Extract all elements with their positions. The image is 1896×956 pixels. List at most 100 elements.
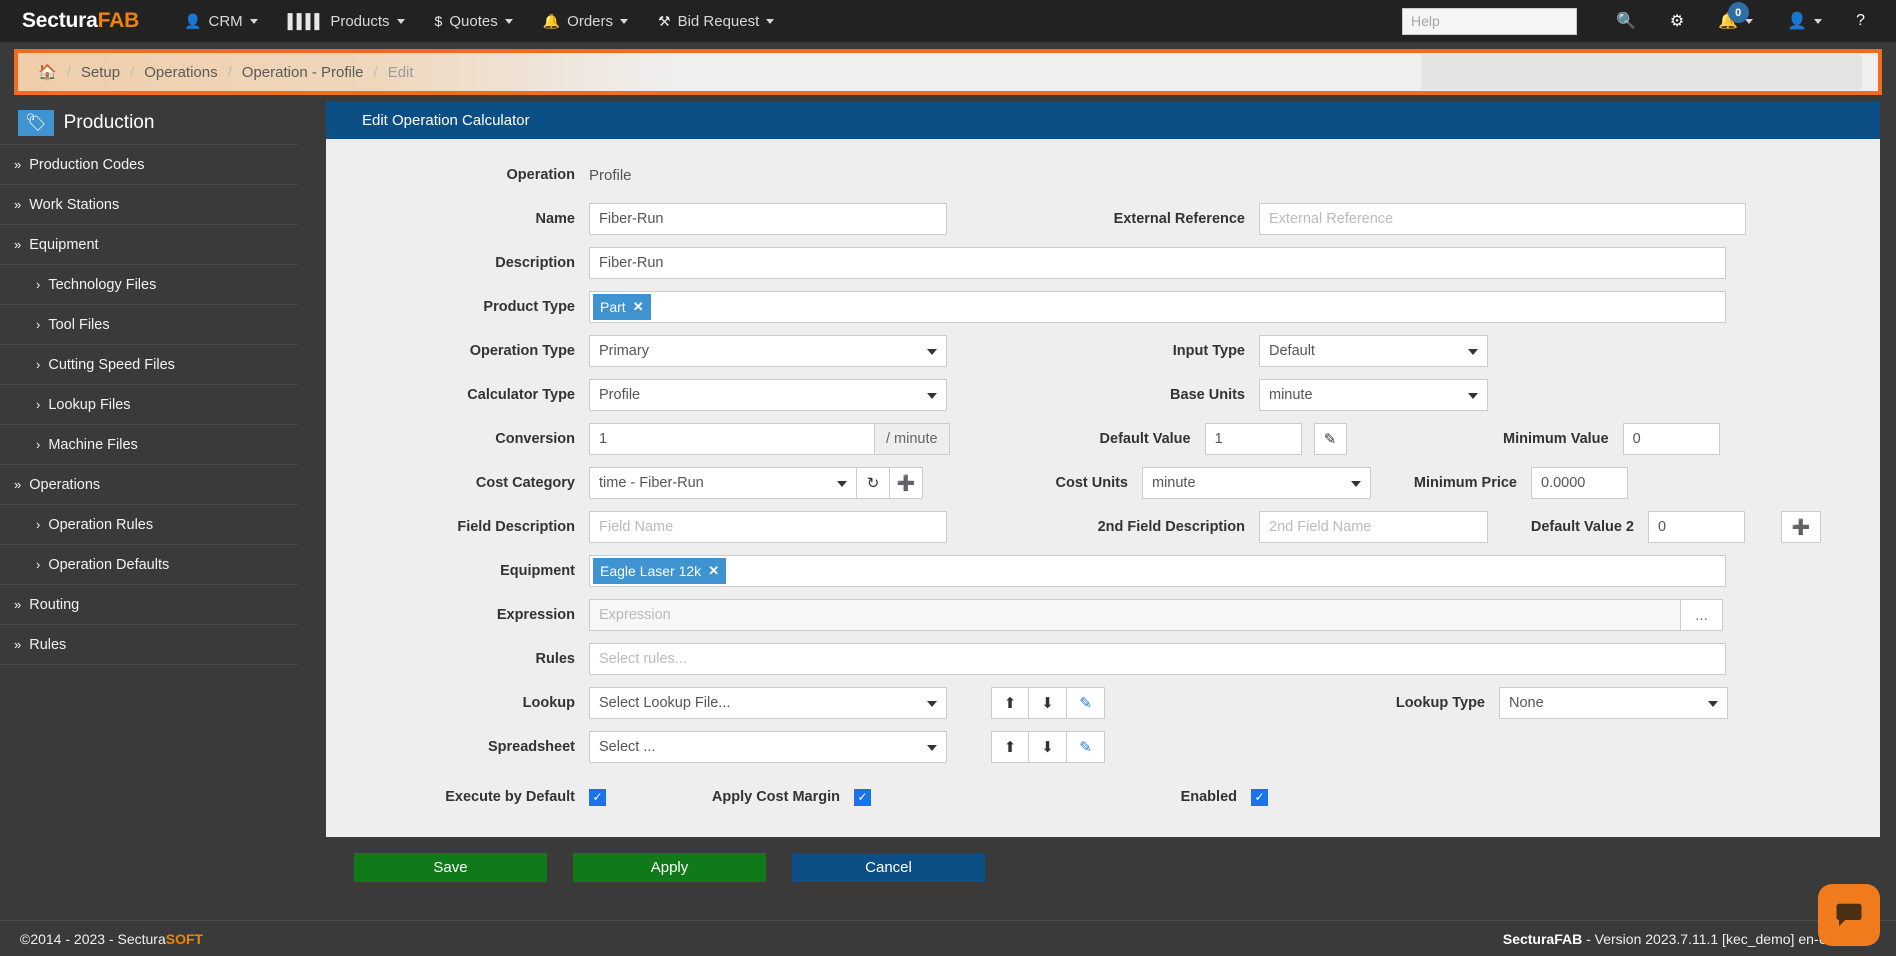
download-icon[interactable]: ⬇ — [1029, 731, 1067, 763]
lookup-type-select[interactable]: None — [1499, 687, 1728, 719]
remove-tag-icon[interactable]: ✕ — [708, 563, 719, 579]
plus-icon[interactable]: ➕ — [1781, 511, 1821, 543]
default-value-label: Default Value — [1099, 431, 1191, 447]
expression-more-button[interactable]: ... — [1681, 599, 1723, 631]
sidebar-item-operation-defaults[interactable]: › Operation Defaults — [0, 545, 298, 585]
input-type-select[interactable]: Default — [1259, 335, 1488, 367]
cancel-button[interactable]: Cancel — [792, 853, 985, 882]
download-icon[interactable]: ⬇ — [1029, 687, 1067, 719]
breadcrumb-separator: / — [373, 63, 378, 81]
edit-icon[interactable]: ✎ — [1067, 731, 1105, 763]
product-type-tag-part[interactable]: Part ✕ — [593, 294, 651, 320]
base-units-select[interactable]: minute — [1259, 379, 1488, 411]
sidebar-item-operations[interactable]: » Operations — [0, 465, 298, 505]
footer-version-text: - Version 2023.7.11.1 [kec_demo] en-US — [1582, 930, 1838, 947]
nav-menu-products[interactable]: ▌▌▌▌ Products — [273, 0, 420, 42]
spreadsheet-select[interactable]: Select ... — [589, 731, 947, 763]
minimum-value-input[interactable] — [1622, 423, 1720, 455]
expression-input[interactable] — [589, 599, 1681, 631]
execute-by-default-checkbox[interactable]: ✓ — [589, 788, 606, 806]
equipment-tag-input[interactable]: Eagle Laser 12k ✕ — [589, 555, 1726, 587]
lookup-select[interactable]: Select Lookup File... — [589, 687, 947, 719]
upload-icon[interactable]: ⬆ — [991, 687, 1029, 719]
notifications-button[interactable]: 0 🔔 — [1701, 0, 1770, 42]
default-value-2-input[interactable] — [1648, 511, 1745, 543]
sidebar-item-operation-rules[interactable]: › Operation Rules — [0, 505, 298, 545]
form-actions: Save Apply Cancel — [326, 837, 1880, 882]
sidebar-item-label: Technology Files — [48, 276, 157, 293]
breadcrumb-item-setup[interactable]: Setup — [74, 64, 127, 81]
plus-icon[interactable]: ➕ — [890, 467, 923, 499]
name-input[interactable] — [589, 203, 947, 235]
nav-menu-crm[interactable]: 👤 CRM — [169, 0, 273, 42]
description-input[interactable] — [589, 247, 1726, 279]
external-reference-input[interactable] — [1259, 203, 1746, 235]
double-chevron-right-icon: » — [14, 197, 22, 212]
equipment-tag-eagle-laser-12k[interactable]: Eagle Laser 12k ✕ — [593, 558, 727, 584]
sidebar-item-machine-files[interactable]: › Machine Files — [0, 425, 298, 465]
sidebar-item-tool-files[interactable]: › Tool Files — [0, 305, 298, 345]
hammer-icon: ⚒ — [658, 12, 671, 29]
chevron-right-icon: › — [36, 437, 41, 452]
question-mark-icon[interactable]: ? — [1839, 0, 1882, 42]
search-icon[interactable]: 🔍 — [1599, 0, 1653, 42]
rules-input[interactable] — [589, 643, 1726, 675]
cost-units-select[interactable]: minute — [1142, 467, 1371, 499]
sidebar-item-lookup-files[interactable]: › Lookup Files — [0, 385, 298, 425]
double-chevron-right-icon: » — [14, 597, 22, 612]
calculator-type-select[interactable]: Profile — [589, 379, 947, 411]
edit-icon[interactable]: ✎ — [1067, 687, 1105, 719]
nav-menu-bid-request[interactable]: ⚒ Bid Request — [643, 0, 789, 42]
refresh-icon[interactable]: ↻ — [857, 467, 890, 499]
external-reference-label: External Reference — [1113, 211, 1245, 227]
footer-version-brand-suffix: FAB — [1554, 930, 1583, 947]
help-input[interactable]: Help — [1401, 7, 1577, 35]
chevron-right-icon: › — [36, 397, 41, 412]
breadcrumb-item-operation-profile[interactable]: Operation - Profile — [235, 64, 371, 81]
sidebar-item-cutting-speed-files[interactable]: › Cutting Speed Files — [0, 345, 298, 385]
edit-icon[interactable]: ✎ — [1313, 423, 1347, 455]
save-button[interactable]: Save — [354, 853, 547, 882]
breadcrumb-item-operations[interactable]: Operations — [137, 64, 224, 81]
gear-icon[interactable]: ⚙ — [1653, 0, 1701, 42]
apply-button[interactable]: Apply — [573, 853, 766, 882]
sidebar-item-label: Operation Defaults — [48, 556, 170, 573]
sidebar-item-production-codes[interactable]: » Production Codes — [0, 145, 298, 185]
chevron-down-icon — [1814, 18, 1823, 24]
chevron-right-icon: › — [36, 557, 41, 572]
sidebar-item-label: Rules — [29, 636, 67, 653]
sidebar-item-rules[interactable]: » Rules — [0, 625, 298, 665]
app-logo[interactable]: SecturaFAB — [22, 9, 139, 33]
operation-type-label: Operation Type — [469, 343, 575, 359]
upload-icon[interactable]: ⬆ — [991, 731, 1029, 763]
operation-type-value: Primary — [599, 343, 649, 359]
operation-value: Profile — [589, 166, 632, 184]
nav-menu-quotes[interactable]: $ Quotes — [420, 0, 528, 42]
product-type-tag-input[interactable]: Part ✕ — [589, 291, 1726, 323]
second-field-description-input[interactable] — [1259, 511, 1488, 543]
operation-type-select[interactable]: Primary — [589, 335, 947, 367]
cost-category-select[interactable]: time - Fiber-Run — [589, 467, 857, 499]
tag-icon: 🏷 — [18, 109, 54, 136]
sidebar-item-work-stations[interactable]: » Work Stations — [0, 185, 298, 225]
nav-menu-orders[interactable]: 🔔 Orders — [528, 0, 643, 42]
apply-cost-margin-checkbox[interactable]: ✓ — [854, 788, 871, 806]
minimum-price-label: Minimum Price — [1413, 475, 1517, 491]
cost-category-label: Cost Category — [475, 475, 575, 491]
default-value-input[interactable] — [1204, 423, 1302, 455]
minimum-price-input[interactable] — [1531, 467, 1628, 499]
conversion-input[interactable] — [589, 423, 875, 455]
chat-bubble-icon[interactable] — [1818, 884, 1880, 946]
sidebar-item-label: Operations — [29, 476, 101, 493]
sidebar-item-equipment[interactable]: » Equipment — [0, 225, 298, 265]
home-icon[interactable]: 🏠 — [34, 63, 64, 81]
double-chevron-right-icon: » — [14, 477, 22, 492]
sidebar-item-routing[interactable]: » Routing — [0, 585, 298, 625]
enabled-checkbox[interactable]: ✓ — [1251, 788, 1268, 806]
sidebar-item-technology-files[interactable]: › Technology Files — [0, 265, 298, 305]
account-menu-button[interactable]: 👤 — [1770, 0, 1839, 42]
nav-menu-orders-label: Orders — [567, 12, 613, 30]
field-description-input[interactable] — [589, 511, 947, 543]
remove-tag-icon[interactable]: ✕ — [633, 299, 644, 315]
dollar-icon: $ — [434, 13, 443, 29]
